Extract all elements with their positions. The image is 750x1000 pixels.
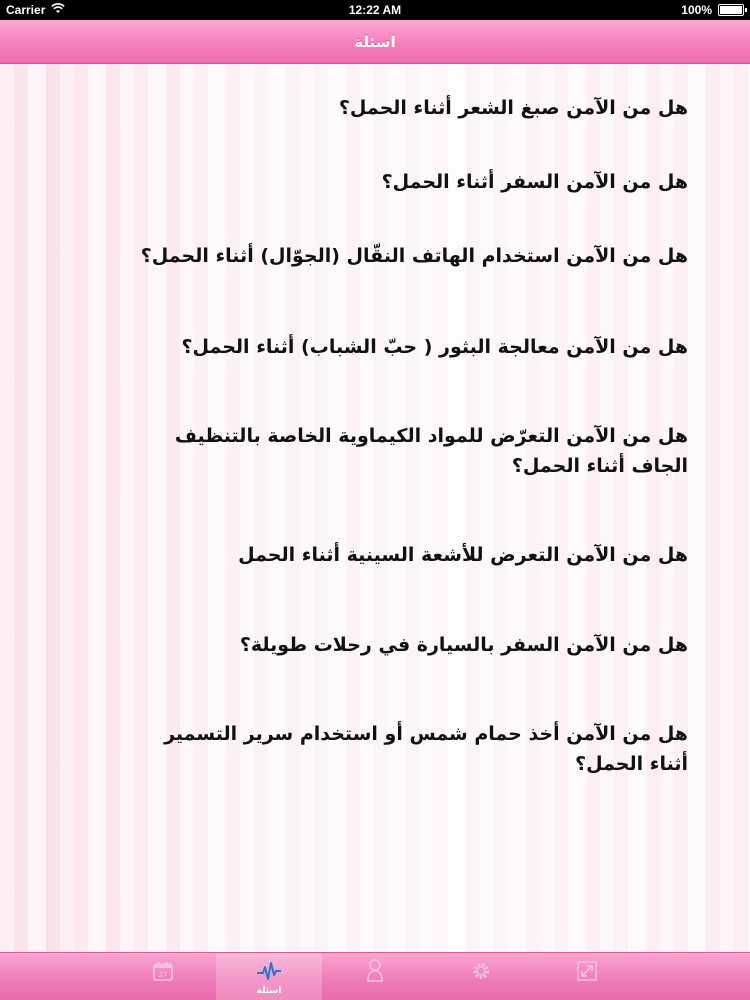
tab-bar: 27 اسئلة <box>0 952 750 1000</box>
navigation-bar: اسئلة <box>0 20 750 64</box>
expand-icon <box>574 958 600 984</box>
heartbeat-icon <box>256 958 282 984</box>
battery-percent: 100% <box>681 3 712 17</box>
question-item[interactable]: هل من الآمن معالجة البثور ( حبّ الشباب) … <box>128 332 688 362</box>
question-item[interactable]: هل من الآمن التعرض للأشعة السينية أثناء … <box>128 540 688 570</box>
question-item[interactable]: هل من الآمن صبغ الشعر أثناء الحمل؟ <box>128 93 688 123</box>
tab-baby[interactable] <box>322 953 428 1000</box>
tab-questions[interactable]: اسئلة <box>216 953 322 1000</box>
question-item[interactable]: هل من الآمن السفر بالسيارة في رحلات طويل… <box>128 630 688 660</box>
tab-label: اسئلة <box>256 985 282 996</box>
question-item[interactable]: هل من الآمن التعرّض للمواد الكيماوية الخ… <box>128 421 688 481</box>
tab-settings[interactable] <box>428 953 534 1000</box>
status-time: 12:22 AM <box>348 3 402 17</box>
question-item[interactable]: هل من الآمن أخذ حمام شمس أو استخدام سرير… <box>128 719 688 779</box>
status-bar: Carrier 12:22 AM 100% <box>0 0 750 20</box>
page-title: اسئلة <box>354 32 396 51</box>
tab-expand[interactable] <box>534 953 640 1000</box>
svg-text:27: 27 <box>159 971 168 979</box>
battery-icon <box>718 4 747 16</box>
tab-calendar[interactable]: 27 <box>110 953 216 1000</box>
questions-list: هل من الآمن صبغ الشعر أثناء الحمل؟ هل من… <box>0 64 750 952</box>
baby-icon <box>362 958 388 984</box>
calendar-icon: 27 <box>150 958 176 984</box>
gear-icon <box>468 958 494 984</box>
question-item[interactable]: هل من الآمن السفر أثناء الحمل؟ <box>128 167 688 197</box>
question-item[interactable]: هل من الآمن استخدام الهاتف النقّال (الجو… <box>128 241 688 271</box>
